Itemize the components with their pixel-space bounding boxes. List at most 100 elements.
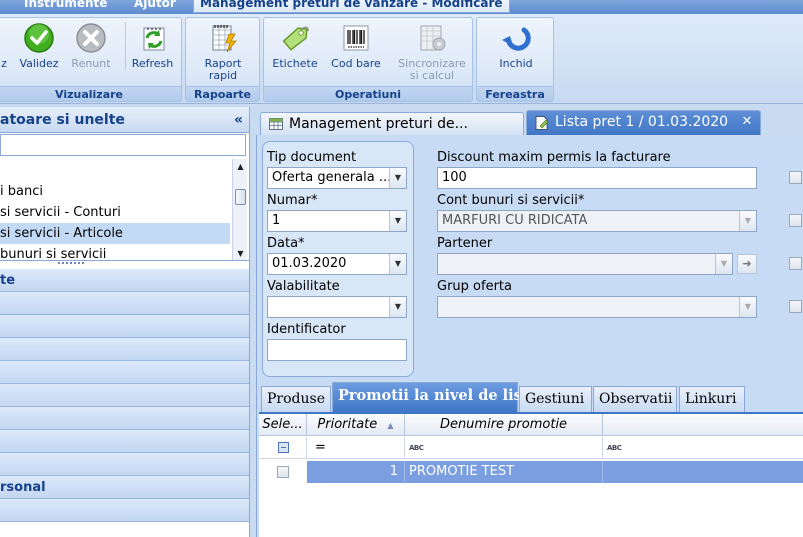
row-select-cell[interactable] xyxy=(259,461,307,483)
partener-go-button[interactable]: ➜ xyxy=(737,254,757,274)
tree-item[interactable]: bunuri si servicii xyxy=(0,244,230,260)
nav-row[interactable] xyxy=(0,361,249,384)
chevron-down-icon[interactable]: ▼ xyxy=(739,211,756,231)
chevron-down-icon[interactable]: ▼ xyxy=(739,297,756,317)
discount-label: Discount maxim permis la facturare xyxy=(437,150,671,165)
identificator-input[interactable] xyxy=(267,339,407,361)
doc-tab-management-preturi[interactable]: Management preturi de... xyxy=(260,112,524,135)
nav-row[interactable] xyxy=(0,430,249,453)
tab-management-preturi[interactable]: Management preturi de vanzare - Modifica… xyxy=(193,0,510,13)
tip-document-label: Tip document xyxy=(267,150,357,165)
tab-ajutor[interactable]: Ajutor xyxy=(128,0,182,13)
column-header-prioritate[interactable]: Prioritate ▲ xyxy=(307,414,405,436)
filter-denumire-cell[interactable]: ABC xyxy=(405,437,603,459)
raport-rapid-button[interactable]: Raport rapid xyxy=(190,22,256,82)
doc-tab-lista-pret[interactable]: Lista pret 1 / 01.03.2020 ✕ xyxy=(526,110,761,135)
valabilitate-date-picker[interactable]: ▼ xyxy=(267,296,407,318)
nav-row[interactable] xyxy=(0,315,249,338)
rapid-label: rapid xyxy=(208,69,238,82)
filter-checkbox-icon[interactable] xyxy=(278,442,289,453)
filter-select-cell[interactable] xyxy=(259,437,307,459)
data-label: Data* xyxy=(267,236,305,251)
tab-instrumente[interactable]: Instrumente xyxy=(18,0,113,13)
tip-document-combo[interactable]: Oferta generala ... ▼ xyxy=(267,167,407,189)
refresh-icon xyxy=(143,27,164,51)
cont-combo[interactable]: MARFURI CU RIDICATA ▼ xyxy=(437,210,757,232)
cut-off-button[interactable]: z xyxy=(0,22,11,70)
arrow-right-icon: ➜ xyxy=(742,257,752,270)
sincronizare-button[interactable]: Sincronizare si calcul xyxy=(392,22,472,82)
discount-input[interactable]: 100 xyxy=(437,167,757,189)
splitter-grip[interactable] xyxy=(58,262,84,266)
chevron-down-icon[interactable]: ▼ xyxy=(389,168,406,188)
filter-prioritate-cell[interactable]: = xyxy=(307,437,405,459)
data-date-picker[interactable]: 01.03.2020 ▼ xyxy=(267,253,407,275)
nav-row[interactable] xyxy=(0,499,249,522)
grup-oferta-checkbox[interactable] xyxy=(789,300,802,313)
etichete-button[interactable]: Etichete xyxy=(266,22,324,70)
valabilitate-label: Valabilitate xyxy=(267,279,340,294)
cancel-icon xyxy=(76,23,106,53)
cell-prioritate[interactable]: 1 xyxy=(307,461,405,483)
chevron-down-icon[interactable]: ▼ xyxy=(715,254,732,274)
tree-item[interactable]: i banci xyxy=(0,181,230,202)
tab-produse[interactable]: Produse xyxy=(261,386,331,412)
validez-label: Validez xyxy=(19,57,59,70)
cell-empty[interactable] xyxy=(603,461,803,483)
nav-row[interactable] xyxy=(0,384,249,407)
chevron-down-icon[interactable]: ▼ xyxy=(389,211,406,231)
ribbon-group-title: Vizualizare xyxy=(0,86,181,101)
doc-tab-label: Management preturi de... xyxy=(289,116,468,132)
tab-promotii[interactable]: Promotii la nivel de lista xyxy=(332,382,538,412)
filter-empty-cell[interactable]: ABC xyxy=(603,437,803,459)
tree-item[interactable]: si servicii - Conturi xyxy=(0,202,230,223)
chevron-down-icon[interactable]: ▼ xyxy=(389,297,406,317)
data-value: 01.03.2020 xyxy=(272,256,347,271)
cont-checkbox[interactable] xyxy=(789,214,802,227)
nav-row[interactable] xyxy=(0,338,249,361)
renunt-button[interactable]: Renunt xyxy=(67,22,115,70)
partener-checkbox[interactable] xyxy=(789,257,802,270)
nav-row[interactable]: rsonal xyxy=(0,476,249,499)
grup-oferta-combo[interactable]: ▼ xyxy=(437,296,757,318)
nav-list: te rsonal xyxy=(0,269,249,522)
prioritate-header-label: Prioritate xyxy=(317,417,378,432)
refresh-button[interactable]: Refresh xyxy=(125,22,177,70)
barcode-icon xyxy=(343,25,369,51)
scroll-thumb[interactable] xyxy=(235,189,246,205)
tip-document-value: Oferta generala ... xyxy=(272,170,392,185)
partener-combo[interactable]: ▼ xyxy=(437,253,733,275)
column-header-select[interactable]: Sele... xyxy=(259,414,307,436)
nav-row[interactable] xyxy=(0,407,249,430)
collapse-panel-icon[interactable]: « xyxy=(234,107,243,133)
row-select-checkbox[interactable] xyxy=(277,466,289,478)
column-header-denumire[interactable]: Denumire promotie xyxy=(405,414,603,436)
table-row[interactable]: 1 PROMOTIE TEST xyxy=(259,461,803,483)
ribbon-group-title: Rapoarte xyxy=(186,86,259,101)
close-tab-icon[interactable]: ✕ xyxy=(740,115,754,129)
tab-observatii[interactable]: Observatii xyxy=(593,386,677,412)
chevron-down-icon[interactable]: ▼ xyxy=(389,254,406,274)
cut-off-button-label: z xyxy=(1,57,7,70)
numar-combo[interactable]: 1 ▼ xyxy=(267,210,407,232)
cod-bare-button[interactable]: Cod bare xyxy=(326,22,386,70)
ribbon-group-fereastra: Inchid Fereastra xyxy=(476,17,554,102)
tab-gestiuni[interactable]: Gestiuni xyxy=(519,386,592,412)
nav-row[interactable] xyxy=(0,453,249,476)
nav-row[interactable] xyxy=(0,292,249,315)
scroll-up-icon[interactable]: ▲ xyxy=(233,159,248,174)
discount-checkbox[interactable] xyxy=(789,171,802,184)
ribbon: z Validez Renunt Refresh Vizualizare Rap… xyxy=(0,14,803,104)
validez-button[interactable]: Validez xyxy=(15,22,63,70)
cell-denumire[interactable]: PROMOTIE TEST xyxy=(405,461,603,483)
check-icon xyxy=(24,23,54,53)
ribbon-group-rapoarte: Raport rapid Rapoarte xyxy=(185,17,260,102)
tab-linkuri[interactable]: Linkuri xyxy=(679,386,745,412)
left-panel-search-input[interactable] xyxy=(0,134,246,156)
promotions-grid: Sele... Prioritate ▲ Denumire promotie =… xyxy=(259,412,803,537)
nav-row[interactable]: te xyxy=(0,269,249,292)
inchid-button[interactable]: Inchid xyxy=(487,22,545,70)
tree-item-selected[interactable]: si servicii - Articole xyxy=(0,223,230,244)
scroll-down-icon[interactable]: ▼ xyxy=(233,246,248,260)
tree-scrollbar[interactable]: ▲ ▼ xyxy=(232,159,248,260)
